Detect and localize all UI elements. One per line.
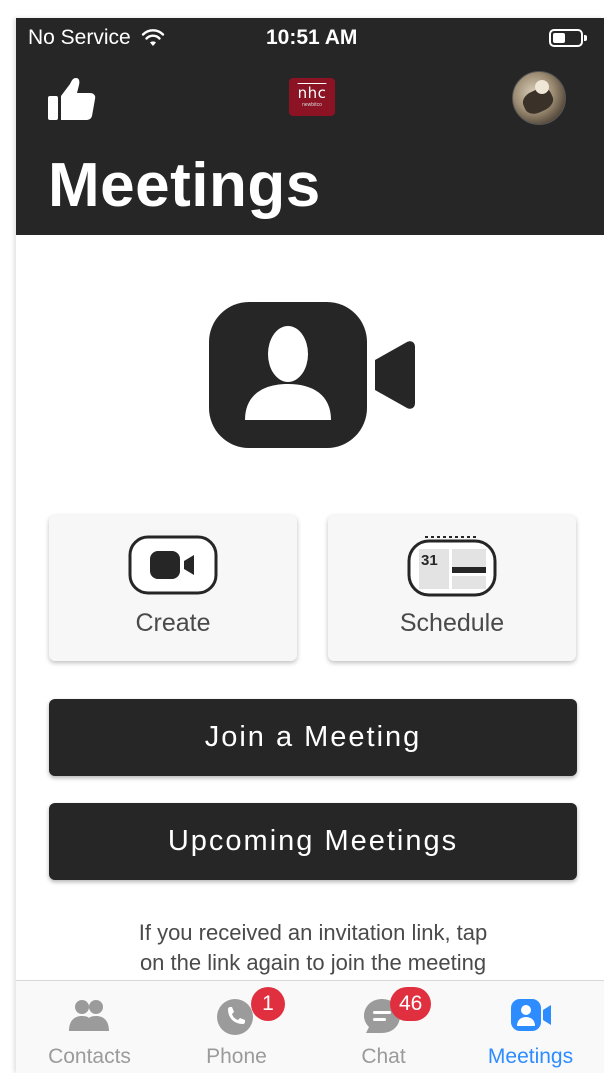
video-camera-icon: [128, 535, 218, 595]
status-bar: No Service 10:51 AM: [16, 18, 604, 58]
create-meeting-button[interactable]: Create: [49, 515, 297, 661]
hint-line-1: If you received an invitation link, tap: [138, 920, 488, 945]
tab-meetings-label: Meetings: [487, 1045, 574, 1068]
page-title: Meetings: [48, 151, 321, 220]
header: No Service 10:51 AM nhc newbitco Meeting…: [16, 18, 604, 235]
tab-contacts-label: Contacts: [48, 1045, 131, 1068]
tab-meetings[interactable]: Meetings: [457, 981, 604, 1073]
battery-icon: [549, 29, 587, 47]
tab-phone-label: Phone: [206, 1045, 267, 1068]
tab-phone[interactable]: 1 Phone: [163, 981, 310, 1073]
create-label: Create: [135, 609, 211, 637]
contacts-icon: [69, 1000, 109, 1031]
video-contact-icon: [209, 302, 415, 448]
wifi-icon: [141, 29, 164, 46]
tab-bar: Contacts 1 Phone 46 Chat Meetings: [16, 980, 604, 1073]
chat-badge: 46: [390, 987, 432, 1021]
schedule-label: Schedule: [399, 609, 505, 637]
carrier-status: No Service: [28, 26, 165, 50]
app-screen: No Service 10:51 AM nhc newbitco Meeting…: [16, 18, 604, 1073]
carrier-label: No Service: [28, 26, 131, 49]
logo-subtext: newbitco: [302, 102, 322, 108]
upcoming-meetings-button[interactable]: Upcoming Meetings: [49, 803, 577, 880]
meetings-icon: [511, 999, 551, 1031]
calendar-icon: 31: [407, 536, 497, 597]
join-meeting-button[interactable]: Join a Meeting: [49, 699, 577, 776]
hint-line-2: on the link again to join the meeting: [139, 950, 487, 975]
phone-badge: 1: [251, 987, 285, 1021]
calendar-day: 31: [421, 552, 438, 569]
schedule-meeting-button[interactable]: 31 Schedule: [328, 515, 576, 661]
avatar[interactable]: [512, 71, 566, 125]
status-time: 10:51 AM: [266, 26, 358, 49]
thumbs-up-icon[interactable]: [46, 76, 98, 122]
logo-text: nhc: [297, 84, 327, 102]
tab-contacts[interactable]: Contacts: [16, 981, 163, 1073]
company-logo: nhc newbitco: [289, 78, 335, 116]
tab-chat-label: Chat: [361, 1045, 406, 1068]
invitation-hint: If you received an invitation link, tap …: [56, 918, 570, 978]
tab-chat[interactable]: 46 Chat: [310, 981, 457, 1073]
